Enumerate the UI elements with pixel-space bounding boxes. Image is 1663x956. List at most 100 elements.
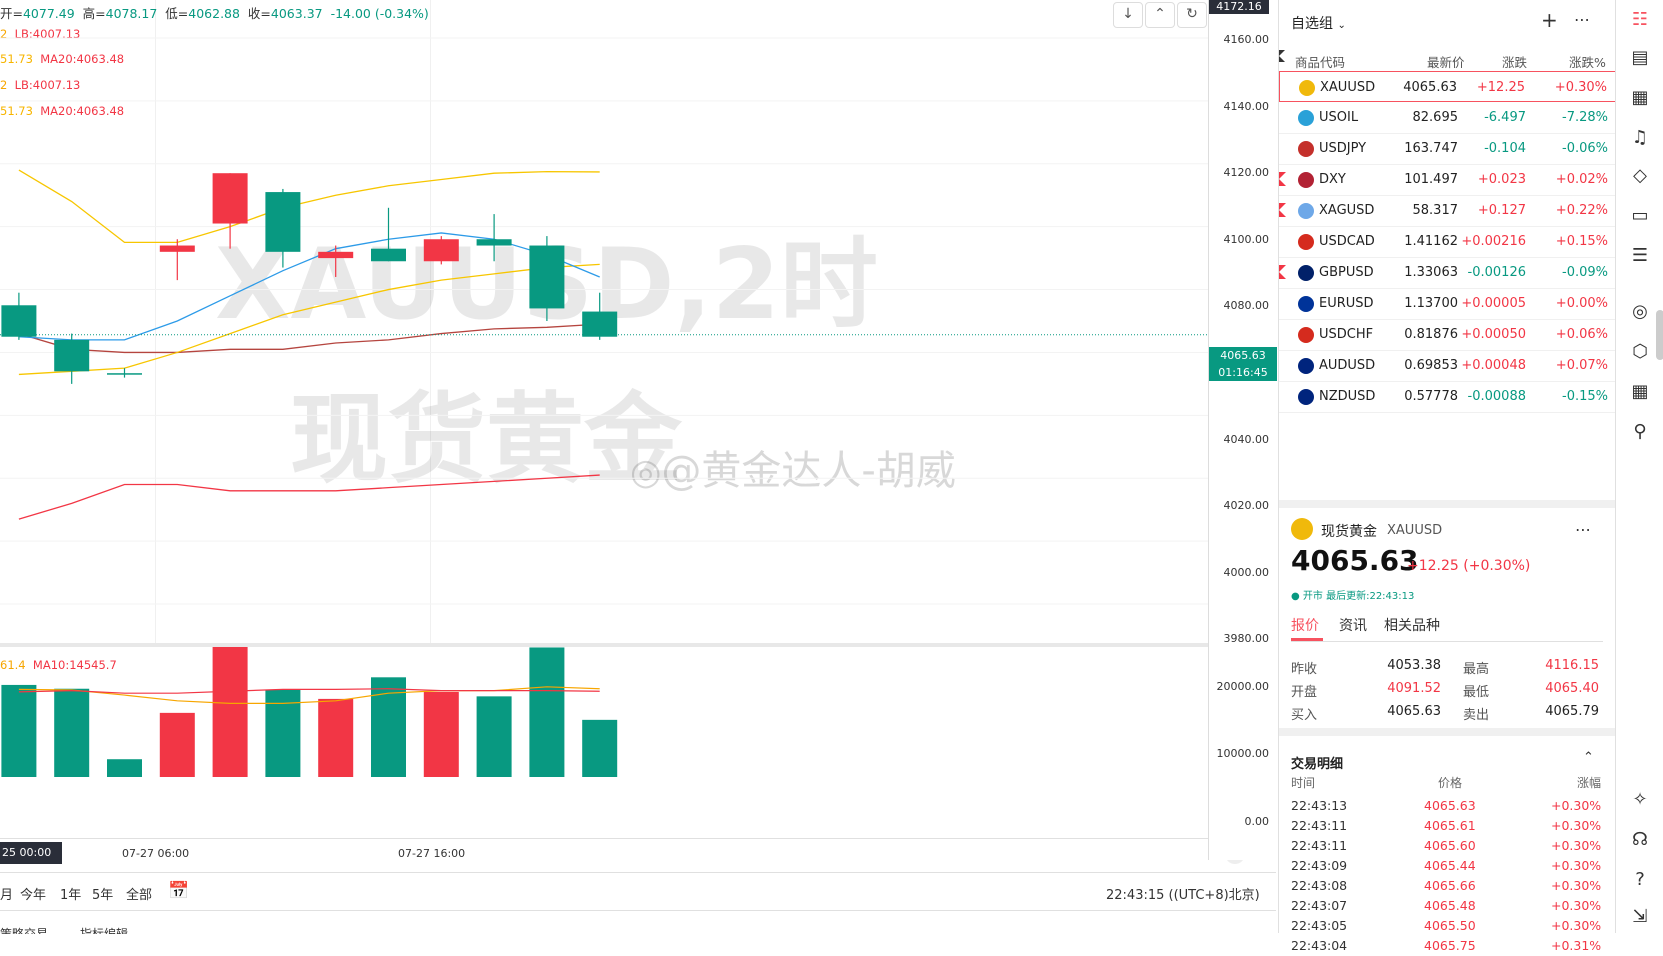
time-label: 07-27 06:00 <box>122 847 190 860</box>
stat-label: 开盘 <box>1291 685 1318 700</box>
col-last[interactable]: 最新价 <box>1427 52 1465 71</box>
trades-col-pct: 涨幅 <box>1577 776 1602 790</box>
tab-news[interactable]: 资讯 <box>1339 615 1367 635</box>
symbol-flag-icon <box>1298 203 1314 219</box>
candle-body <box>1 305 37 337</box>
volume-chart[interactable] <box>0 647 1208 822</box>
watchlist-icon[interactable]: ☷ <box>1626 6 1654 34</box>
news-icon[interactable]: ▤ <box>1626 44 1654 72</box>
watchlist-row[interactable]: DXY 101.497 +0.023 +0.02% <box>1279 164 1616 196</box>
price-tick: 4020.00 <box>1223 499 1270 512</box>
trade-price: 4065.61 <box>1424 818 1476 833</box>
chart-area[interactable]: 开=4077.49 高=4078.17 低=4062.88 收=4063.37 … <box>0 0 1276 933</box>
watchlist-chg: +0.00005 <box>1461 296 1526 311</box>
chevron-up-icon[interactable]: ⌃ <box>1583 750 1594 765</box>
tab-quote[interactable]: 报价 <box>1291 615 1319 635</box>
volume-bar <box>1 684 37 777</box>
flag-marker-icon[interactable] <box>1279 172 1286 186</box>
watchlist-symbol: USDCHF <box>1319 327 1374 342</box>
stat-value: 4065.40 <box>1545 681 1599 696</box>
gold-symbol-icon <box>1291 518 1313 540</box>
flag-marker-icon[interactable] <box>1279 203 1286 217</box>
trades-title: 交易明细 <box>1291 757 1344 772</box>
detail-symbol: XAUUSD <box>1387 523 1443 538</box>
collapse-panel-icon[interactable]: ⇲ <box>1626 903 1654 931</box>
watchlist-pct: -0.15% <box>1562 389 1608 404</box>
watchlist-symbol: XAGUSD <box>1319 203 1375 218</box>
bottom-panel-tabs: 策略交易 指标编辑 <box>0 910 1276 934</box>
watchlist-row[interactable]: GBPUSD 1.33063 -0.00126 -0.09% <box>1279 257 1616 289</box>
volume-bar <box>529 647 565 777</box>
range-ytd[interactable]: 今年 <box>20 884 46 903</box>
calendar-icon[interactable]: 📅 <box>168 881 189 901</box>
volume-bar <box>107 759 142 777</box>
watchlist-row[interactable]: NZDUSD 0.57778 -0.00088 -0.15% <box>1279 381 1616 413</box>
cube-icon[interactable]: ⬡ <box>1626 338 1654 366</box>
headset-icon[interactable]: ☊ <box>1626 826 1654 854</box>
grid-table-icon[interactable]: ▦ <box>1626 378 1654 406</box>
watchlist-row[interactable]: USOIL 82.695 -6.497 -7.28% <box>1279 102 1616 134</box>
watchlist-group-select[interactable]: 自选组 ⌄ <box>1291 13 1346 33</box>
trade-price: 4065.60 <box>1424 838 1476 853</box>
calendar-icon[interactable]: ▦ <box>1626 84 1654 112</box>
volume-bar <box>476 696 512 777</box>
trade-price: 4065.44 <box>1424 858 1476 873</box>
trade-time: 22:43:08 <box>1291 878 1348 893</box>
watchlist-chg: -6.497 <box>1484 110 1526 125</box>
col-chg[interactable]: 涨跌 <box>1502 52 1527 71</box>
layers-icon[interactable]: ◇ <box>1626 162 1654 190</box>
watchlist-row[interactable]: USDCAD 1.41162 +0.00216 +0.15% <box>1279 226 1616 258</box>
trade-time: 22:43:07 <box>1291 898 1348 913</box>
range-1y[interactable]: 1年 <box>60 884 81 903</box>
stat-label: 昨收 <box>1291 662 1318 677</box>
alert-bell-icon[interactable]: ♫ <box>1626 124 1654 152</box>
add-symbol-icon[interactable]: + <box>1541 8 1558 32</box>
volume-tick: 10000.00 <box>1216 747 1270 760</box>
col-symbol[interactable]: 商品代码 <box>1295 52 1345 71</box>
candle-body <box>529 245 565 309</box>
watchlist-row[interactable]: USDJPY 163.747 -0.104 -0.06% <box>1279 133 1616 165</box>
panel-scrollbar[interactable] <box>1656 310 1663 360</box>
watchlist-row[interactable]: USDCHF 0.81876 +0.00050 +0.06% <box>1279 319 1616 351</box>
candle-body <box>54 339 90 372</box>
detail-more-icon[interactable]: ⋯ <box>1575 520 1591 539</box>
ma-yellow-line <box>18 263 600 376</box>
symbol-flag-icon <box>1298 172 1314 188</box>
watchlist-row[interactable]: EURUSD 1.13700 +0.00005 +0.00% <box>1279 288 1616 320</box>
watchlist-columns: 商品代码 最新价 涨跌 涨跌% <box>1279 48 1616 72</box>
watchlist-row[interactable]: XAGUSD 58.317 +0.127 +0.22% <box>1279 195 1616 227</box>
watchlist-chg: +0.00050 <box>1461 327 1526 342</box>
watchlist-symbol: GBPUSD <box>1319 265 1374 280</box>
watchlist-row[interactable]: XAUUSD 4065.63 +12.25 +0.30% <box>1279 71 1616 102</box>
trade-row: 22:43:09 4065.44 +0.30% <box>1279 856 1616 876</box>
stat-label: 最高 <box>1463 662 1490 677</box>
chat-icon[interactable]: ☰ <box>1626 242 1654 270</box>
stat-value: 4091.52 <box>1387 681 1441 696</box>
right-panel: 自选组 ⌄ + ⋯ 商品代码 最新价 涨跌 涨跌% XAUUSD 4065.63 +… <box>1278 0 1616 953</box>
range-all[interactable]: 全部 <box>126 884 152 903</box>
flag-marker-icon[interactable] <box>1279 265 1286 279</box>
clock-display[interactable]: 22:43:15 ((UTC+8)北京) <box>1106 884 1260 903</box>
trade-time: 22:43:04 <box>1291 938 1348 953</box>
watchlist-chg: +0.127 <box>1477 203 1526 218</box>
watchlist-chg: +12.25 <box>1476 80 1525 95</box>
volume-tick: 20000.00 <box>1216 680 1270 693</box>
price-tick: 3980.00 <box>1223 632 1270 645</box>
help-icon[interactable]: ? <box>1626 866 1654 894</box>
trade-pct: +0.30% <box>1551 898 1602 913</box>
stat-value: 4065.79 <box>1545 704 1599 719</box>
tab-related[interactable]: 相关品种 <box>1384 615 1440 635</box>
time-label: 07-27 16:00 <box>398 847 466 860</box>
video-icon[interactable]: ▭ <box>1626 202 1654 230</box>
symbol-flag-icon <box>1298 389 1314 405</box>
watchlist-row[interactable]: AUDUSD 0.69853 +0.00048 +0.07% <box>1279 350 1616 382</box>
range-month[interactable]: 月 <box>0 884 13 903</box>
range-5y[interactable]: 5年 <box>92 884 113 903</box>
price-axis[interactable]: 4172.16 4160.00 4140.00 4120.00 4100.00 … <box>1208 0 1277 860</box>
handshake-icon[interactable]: ✧ <box>1626 786 1654 814</box>
col-pct[interactable]: 涨跌% <box>1569 52 1606 71</box>
target-icon[interactable]: ◎ <box>1626 298 1654 326</box>
rocket-icon[interactable]: ⚲ <box>1626 418 1654 446</box>
more-options-icon[interactable]: ⋯ <box>1574 10 1590 29</box>
price-chart[interactable] <box>0 0 1208 645</box>
